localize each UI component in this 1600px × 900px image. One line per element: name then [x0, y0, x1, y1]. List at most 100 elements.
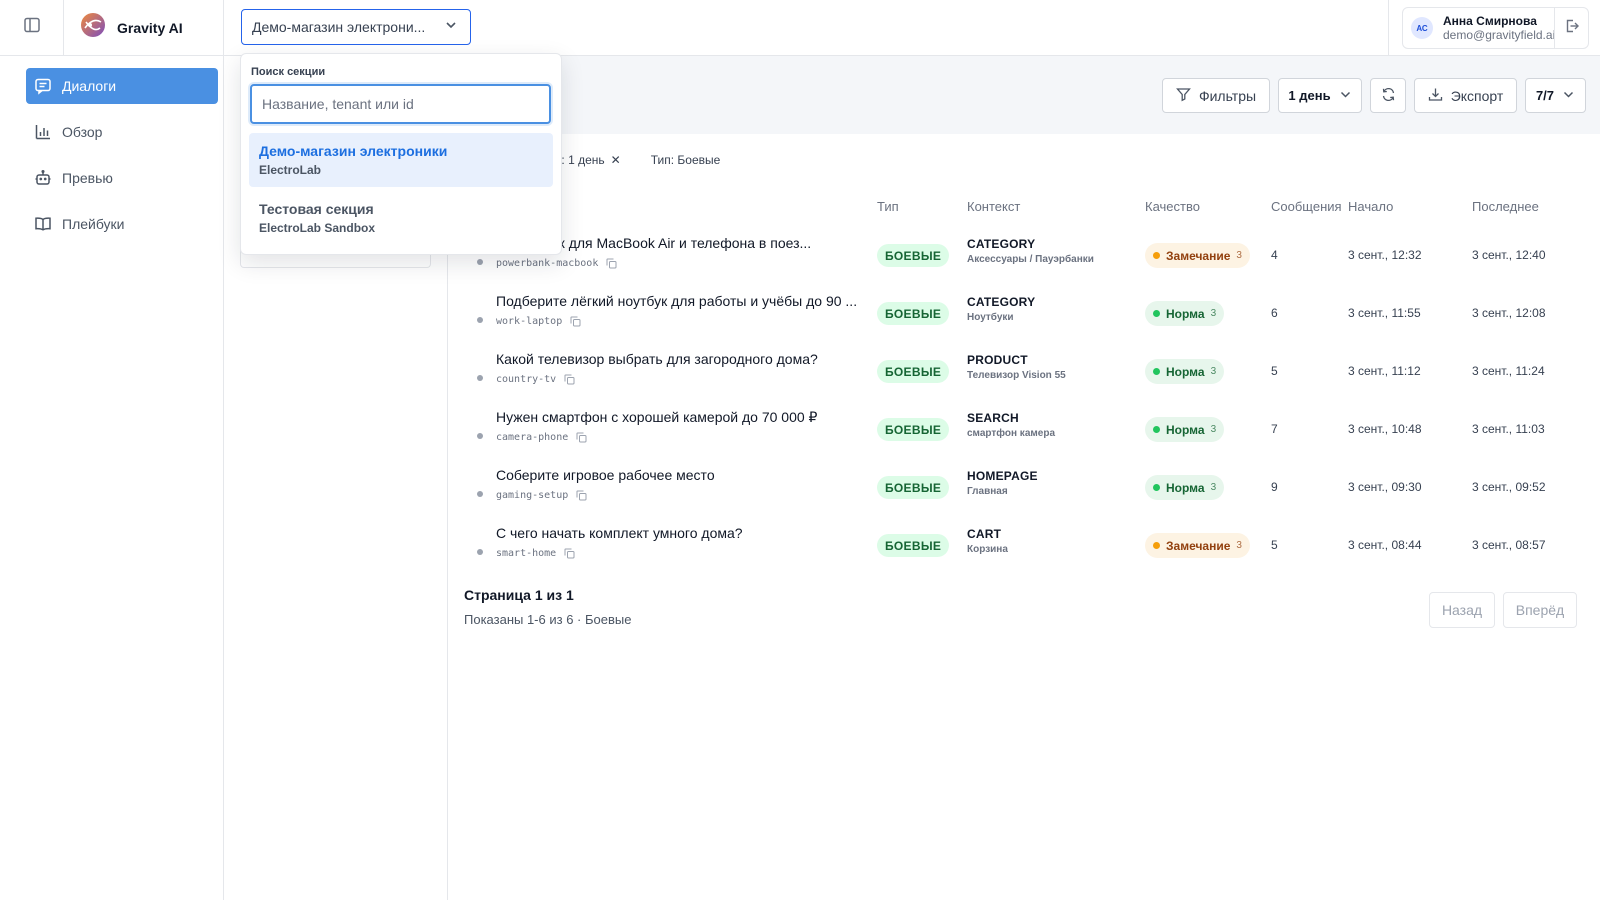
quality-label: Норма — [1166, 306, 1205, 321]
bar-chart-icon — [34, 123, 52, 141]
section-option-test[interactable]: Тестовая секция ElectroLab Sandbox — [249, 191, 553, 245]
dialog-title[interactable]: С чего начать комплект умного дома? — [496, 525, 858, 541]
table-row[interactable]: Нужен смартфон с хорошей камерой до 70 0… — [448, 401, 1600, 459]
quality-badge: Норма 3 — [1145, 475, 1225, 500]
period-label: 1 день — [1288, 88, 1331, 103]
sidebar-toggle-button[interactable] — [0, 0, 64, 55]
quality-status-dot — [1153, 484, 1160, 491]
gravity-logo-icon — [79, 11, 107, 44]
section-select[interactable]: Демо-магазин электрони... — [241, 9, 471, 45]
dialog-slug-text: smart-home — [496, 548, 557, 559]
sidebar: Диалоги Обзор Превью Плейбуки — [0, 56, 224, 900]
table-row[interactable]: Пауэрбанк для MacBook Air и телефона в п… — [448, 227, 1600, 285]
context-type: CART — [967, 527, 1002, 541]
user-name: Анна Смирнова — [1443, 14, 1537, 28]
filters-button[interactable]: Фильтры — [1162, 78, 1270, 113]
quality-count: 3 — [1236, 540, 1242, 551]
quality-label: Замечание — [1166, 248, 1231, 263]
table-row[interactable]: Соберите игровое рабочее место gaming-set… — [448, 459, 1600, 517]
section-option-name: Тестовая секция — [259, 201, 374, 217]
prev-page-button[interactable]: Назад — [1429, 592, 1495, 628]
quality-badge: Замечание 3 — [1145, 243, 1250, 268]
copy-icon[interactable] — [564, 374, 575, 385]
context-type: PRODUCT — [967, 353, 1028, 367]
section-option-demo[interactable]: Демо-магазин электроники ElectroLab — [249, 133, 553, 187]
dialog-slug-text: camera-phone — [496, 432, 569, 443]
quality-count: 3 — [1210, 424, 1217, 435]
table-row[interactable]: Какой телевизор выбрать для загородного … — [448, 343, 1600, 401]
brand: Gravity AI — [64, 0, 224, 55]
status-dot — [477, 317, 483, 323]
quality-label: Норма — [1166, 364, 1205, 379]
filters-label: Фильтры — [1198, 87, 1257, 104]
book-icon — [34, 215, 52, 233]
type-badge: БОЕВЫЕ — [877, 244, 950, 267]
dialog-slug-text: gaming-setup — [496, 490, 569, 501]
table-row[interactable]: С чего начать комплект умного дома? smart… — [448, 517, 1600, 575]
quality-status-dot — [1153, 310, 1160, 317]
context-cell: HOMEPAGE Главная — [967, 469, 1038, 499]
dialog-title[interactable]: Соберите игровое рабочее место — [496, 467, 858, 483]
logout-icon — [1564, 18, 1580, 39]
chevron-up-icon — [444, 18, 458, 37]
period-select[interactable]: 1 день — [1278, 78, 1362, 113]
copy-icon[interactable] — [576, 490, 587, 501]
column-header-type: Тип — [877, 199, 899, 214]
column-header-messages: Сообщения — [1271, 199, 1342, 214]
sidebar-item-label: Превью — [62, 170, 113, 186]
toolbar: Фильтры 1 день Экспорт 7/7 — [448, 56, 1600, 134]
next-page-button[interactable]: Вперёд — [1503, 592, 1577, 628]
last-time: 3 сент., 12:08 — [1472, 306, 1546, 320]
context-detail: Телевизор Vision 55 — [967, 370, 1066, 381]
dialog-slug: camera-phone — [496, 432, 587, 443]
sidebar-item-label: Диалоги — [62, 78, 117, 94]
download-icon — [1428, 87, 1443, 105]
logout-button[interactable] — [1554, 8, 1588, 48]
dialog-slug: work-laptop — [496, 316, 581, 327]
columns-label: 7/7 — [1535, 88, 1555, 103]
sidebar-item-dialogs[interactable]: Диалоги — [26, 68, 218, 104]
active-filters: од: 1 день ✕ Тип: Боевые — [548, 153, 720, 167]
status-dot — [477, 491, 483, 497]
quality-status-dot — [1153, 542, 1160, 549]
pagination-summary: Показаны 1-6 из 6 · Боевые — [464, 612, 632, 627]
quality-count: 3 — [1210, 482, 1217, 493]
dialog-slug: gaming-setup — [496, 490, 587, 501]
copy-icon[interactable] — [576, 432, 587, 443]
table-row[interactable]: Подберите лёгкий ноутбук для работы и уч… — [448, 285, 1600, 343]
filter-icon — [1176, 87, 1191, 105]
column-header-start: Начало — [1348, 199, 1394, 214]
header-divider — [1388, 0, 1389, 55]
column-header-last: Последнее — [1472, 199, 1539, 214]
refresh-icon — [1381, 87, 1396, 105]
dialog-title[interactable]: Какой телевизор выбрать для загородного … — [496, 351, 858, 367]
quality-count: 3 — [1210, 366, 1217, 377]
quality-status-dot — [1153, 252, 1160, 259]
bot-icon — [34, 169, 52, 187]
start-time: 3 сент., 09:30 — [1348, 480, 1422, 494]
filter-chip-type: Тип: Боевые — [650, 153, 721, 167]
sidebar-item-preview[interactable]: Превью — [26, 160, 218, 196]
dialog-title[interactable]: Нужен смартфон с хорошей камерой до 70 0… — [496, 409, 858, 426]
quality-count: 3 — [1210, 308, 1217, 319]
quality-badge: Норма 3 — [1145, 359, 1225, 384]
export-label: Экспорт — [1450, 87, 1504, 104]
copy-icon[interactable] — [564, 548, 575, 559]
sidebar-item-playbooks[interactable]: Плейбуки — [26, 206, 218, 242]
copy-icon[interactable] — [606, 258, 617, 269]
dialog-slug-text: country-tv — [496, 374, 557, 385]
quality-count: 3 — [1236, 250, 1242, 261]
section-search-input[interactable] — [250, 84, 551, 124]
export-button[interactable]: Экспорт — [1414, 78, 1517, 113]
avatar: АС — [1411, 17, 1433, 39]
refresh-button[interactable] — [1370, 78, 1406, 113]
last-time: 3 сент., 11:24 — [1472, 364, 1545, 378]
start-time: 3 сент., 10:48 — [1348, 422, 1422, 436]
sidebar-item-overview[interactable]: Обзор — [26, 114, 218, 150]
status-dot — [477, 433, 483, 439]
close-icon[interactable]: ✕ — [611, 153, 621, 167]
columns-select[interactable]: 7/7 — [1525, 78, 1586, 113]
copy-icon[interactable] — [570, 316, 581, 327]
dialog-title[interactable]: Подберите лёгкий ноутбук для работы и уч… — [496, 293, 858, 309]
messages-count: 9 — [1271, 480, 1278, 494]
